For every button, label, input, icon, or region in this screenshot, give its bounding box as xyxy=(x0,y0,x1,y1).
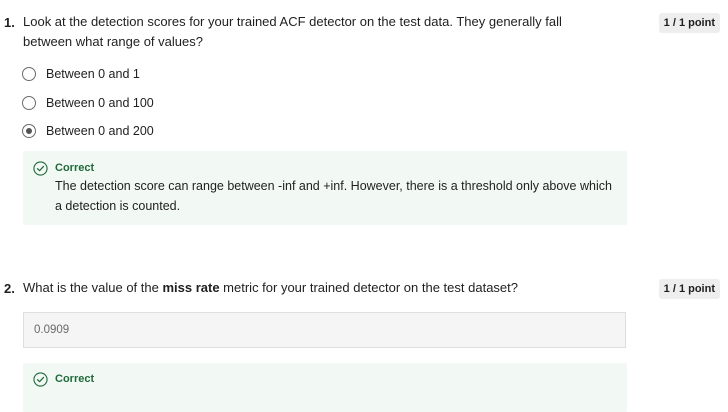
feedback-panel: Correct xyxy=(23,363,627,412)
radio-button[interactable] xyxy=(22,67,36,81)
question-text: What is the value of the miss rate metri… xyxy=(23,278,608,298)
answer-input[interactable]: 0.0909 xyxy=(23,312,626,348)
option-0-200[interactable]: Between 0 and 200 xyxy=(22,122,154,140)
option-label: Between 0 and 100 xyxy=(46,96,154,110)
check-circle-icon xyxy=(33,372,48,387)
question-text-part: metric for your trained detector on the … xyxy=(219,280,518,295)
feedback-status: Correct xyxy=(55,373,95,385)
option-label: Between 0 and 1 xyxy=(46,67,140,81)
feedback-text: The detection score can range between -i… xyxy=(55,179,612,213)
option-0-1[interactable]: Between 0 and 1 xyxy=(22,65,140,83)
option-0-100[interactable]: Between 0 and 100 xyxy=(22,94,154,112)
radio-button-selected[interactable] xyxy=(22,124,36,138)
feedback-status: Correct xyxy=(55,162,95,174)
question-text-part: What is the value of the xyxy=(23,280,163,295)
option-label: Between 0 and 200 xyxy=(46,124,154,138)
question-text-bold: miss rate xyxy=(162,280,220,295)
question-number: 1. xyxy=(4,15,15,30)
check-circle-icon xyxy=(33,161,48,176)
points-badge: 1 / 1 point xyxy=(658,279,720,299)
question-number: 2. xyxy=(4,281,15,296)
question-text: Look at the detection scores for your tr… xyxy=(23,14,562,49)
points-badge: 1 / 1 point xyxy=(658,13,720,33)
feedback-panel: Correct The detection score can range be… xyxy=(23,151,627,225)
radio-button[interactable] xyxy=(22,96,36,110)
